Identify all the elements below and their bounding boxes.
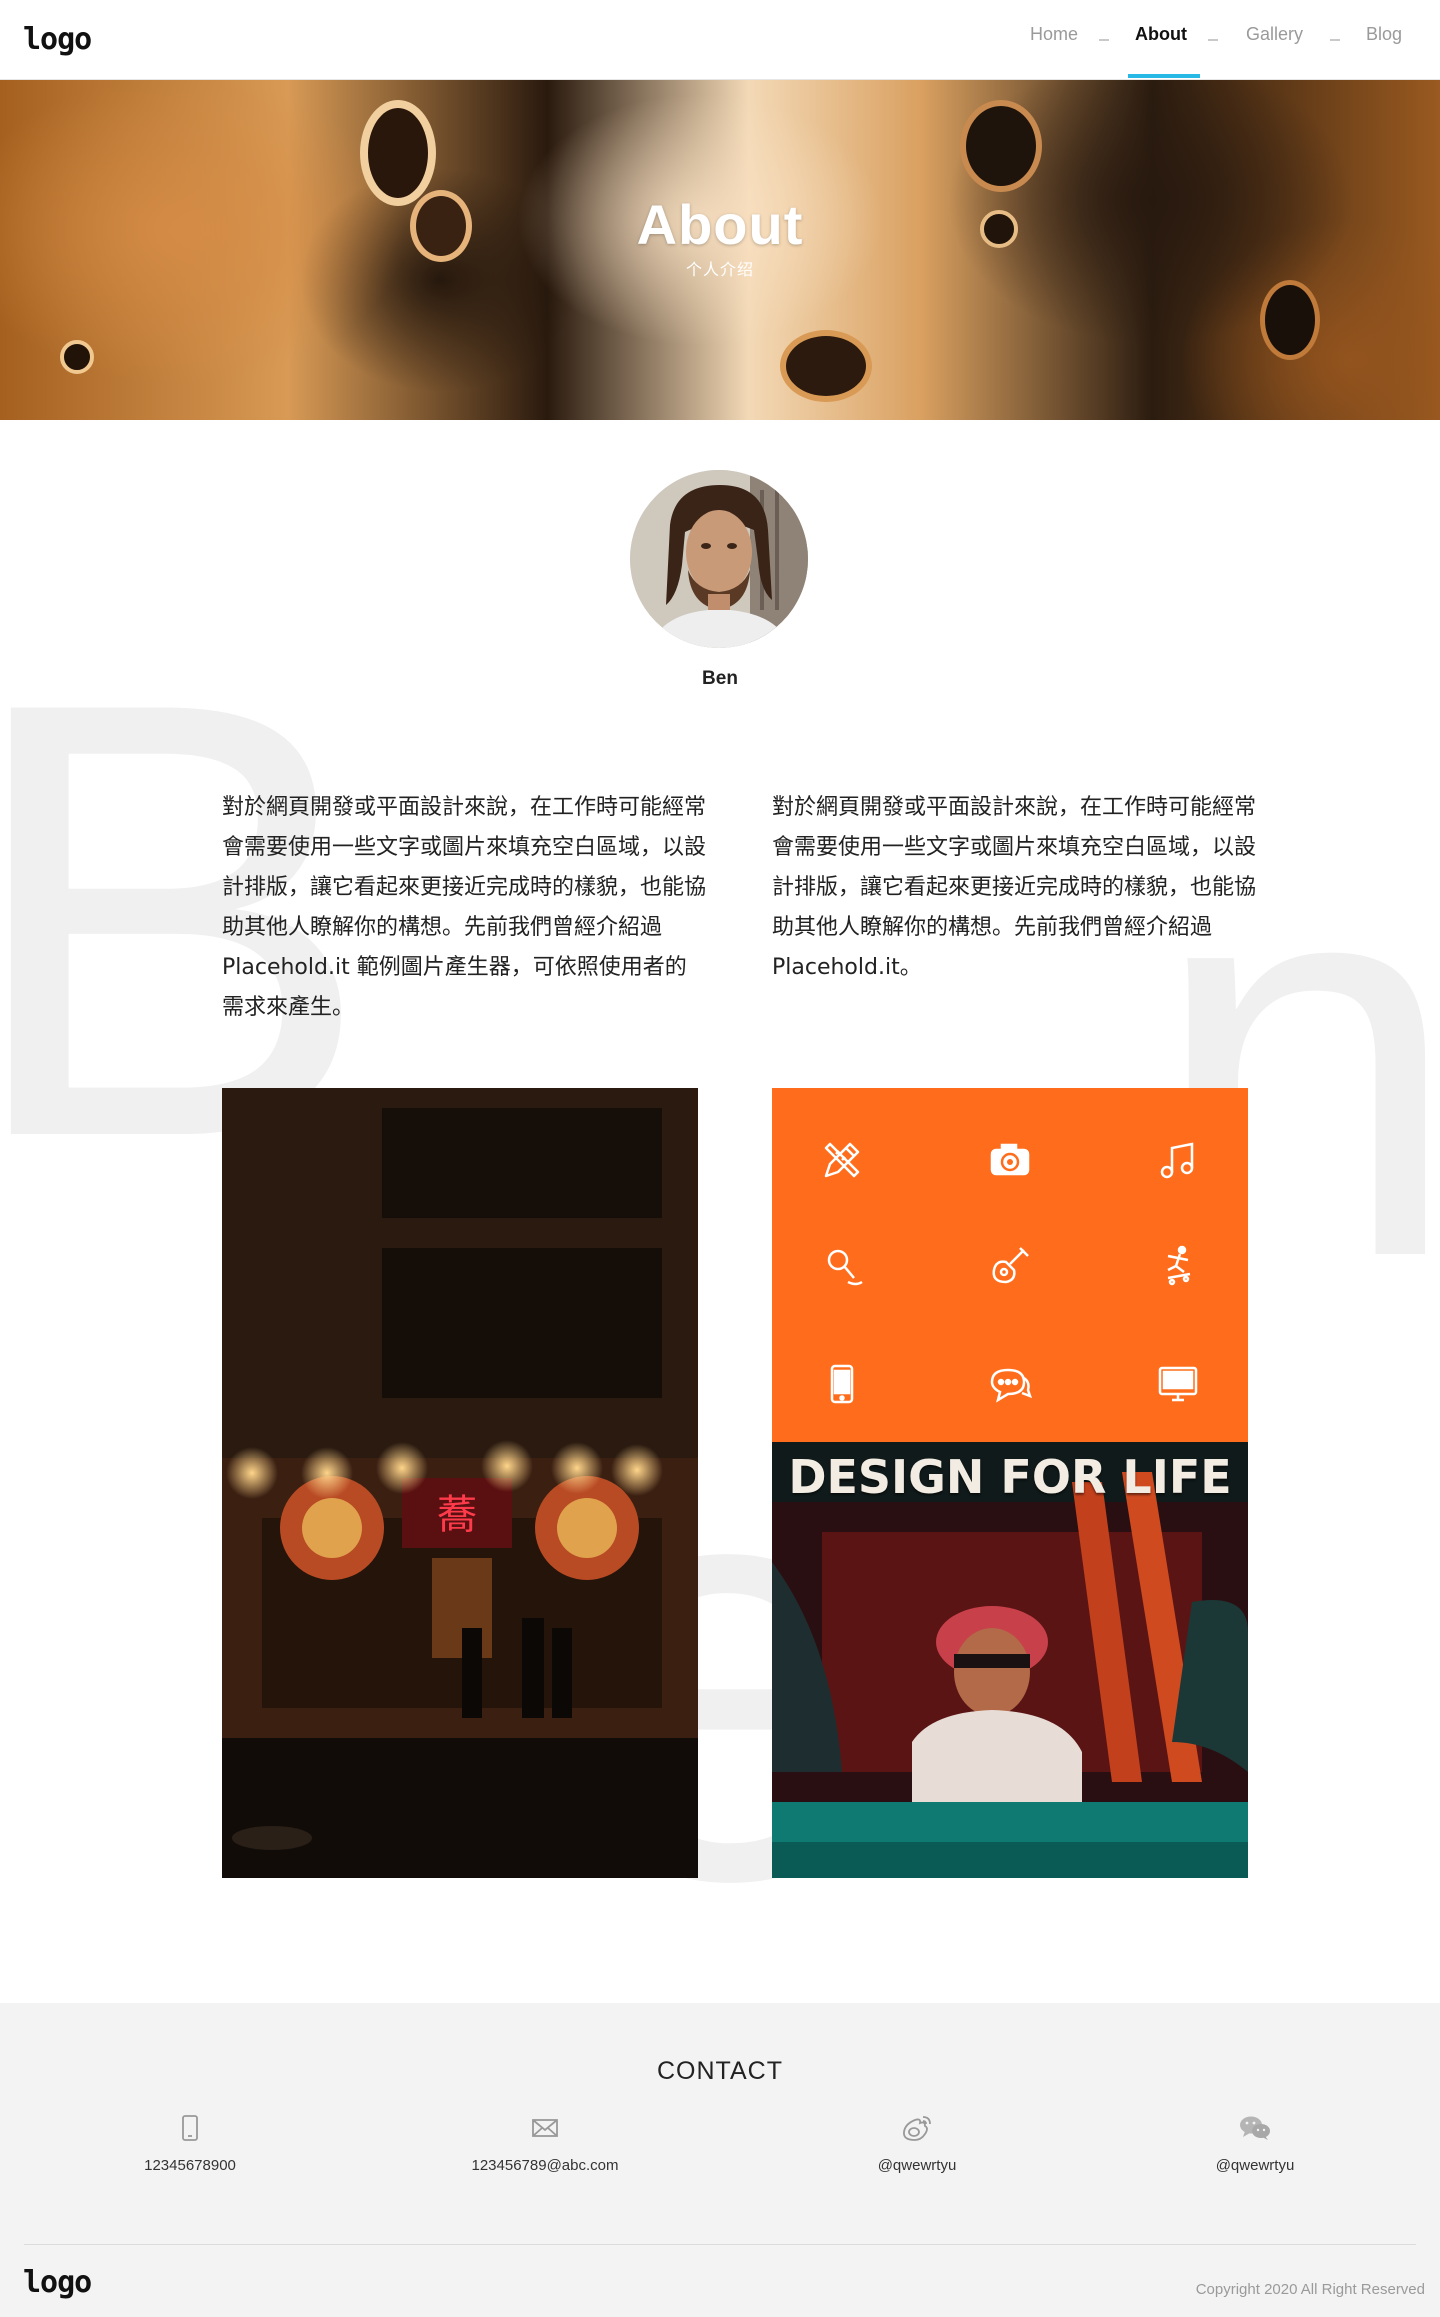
design-for-life-poster: DESIGN FOR LIFE <box>772 1442 1248 1878</box>
footer-divider <box>24 2244 1416 2245</box>
monitor-icon <box>1148 1354 1208 1414</box>
footer-logo[interactable]: logo <box>23 2265 92 2300</box>
contact-email[interactable]: 123456789@abc.com <box>425 2113 665 2174</box>
pencil-ruler-icon <box>812 1130 872 1190</box>
hero-decor-blob <box>60 340 94 374</box>
contact-phone-text: 12345678900 <box>144 2157 236 2174</box>
site-footer: CONTACT 12345678900 123456789@abc.com @q… <box>0 2003 1440 2317</box>
contact-weibo[interactable]: @qwewrtyu <box>797 2113 1037 2174</box>
camera-icon <box>980 1130 1040 1190</box>
profile-name: Ben <box>702 668 738 689</box>
guitar-icon <box>980 1236 1040 1296</box>
poster-headline: DESIGN FOR LIFE <box>788 1450 1232 1504</box>
contact-title: CONTACT <box>657 2057 783 2085</box>
nav-separator <box>1099 39 1109 41</box>
nav-active-indicator <box>1128 74 1200 78</box>
nav-item-home[interactable]: Home <box>1030 24 1078 45</box>
skateboarder-icon <box>1148 1236 1208 1296</box>
phone-icon <box>182 2115 198 2141</box>
nav-separator <box>1330 39 1340 41</box>
contact-wechat[interactable]: @qwewrtyu <box>1135 2113 1375 2174</box>
contact-wechat-text: @qwewrtyu <box>1215 2157 1295 2174</box>
chat-bubble-icon <box>980 1354 1040 1414</box>
svg-text:蕎: 蕎 <box>437 1492 477 1538</box>
contact-weibo-text: @qwewrtyu <box>877 2157 957 2174</box>
hero-decor-blob <box>360 100 436 206</box>
hero-banner: About 个人介绍 <box>0 80 1440 420</box>
hero-title: About <box>636 193 804 256</box>
music-note-icon <box>1148 1130 1208 1190</box>
about-paragraph-right: 對於網頁開發或平面設計來說，在工作時可能經常會需要使用一些文字或圖片來填充空白區… <box>772 795 1257 980</box>
poster-photo-image <box>772 1442 1248 1878</box>
hero-decor-blob <box>960 100 1042 192</box>
hero-decor-blob <box>1260 280 1320 360</box>
about-paragraph-left: 對於網頁開發或平面設計來說，在工作時可能經常會需要使用一些文字或圖片來填充空白區… <box>222 795 707 1020</box>
hobbies-icon-panel <box>772 1088 1248 1442</box>
site-header: logo Home About Gallery Blog <box>0 0 1440 80</box>
nav-item-gallery[interactable]: Gallery <box>1246 24 1303 45</box>
hero-subtitle: 个人介绍 <box>685 262 754 279</box>
wechat-icon <box>1240 2116 1270 2140</box>
mobile-phone-icon <box>812 1354 872 1414</box>
microphone-icon <box>812 1236 872 1296</box>
nav-separator <box>1208 39 1218 41</box>
avatar-portrait-image <box>630 470 808 648</box>
contact-phone[interactable]: 12345678900 <box>70 2113 310 2174</box>
street-night-photo: 蕎 <box>222 1088 698 1878</box>
site-logo[interactable]: logo <box>23 22 92 57</box>
weibo-icon <box>903 2116 931 2141</box>
hero-decor-blob <box>780 330 872 402</box>
mail-icon <box>532 2119 558 2137</box>
street-night-image: 蕎 <box>222 1088 698 1878</box>
copyright-text: Copyright 2020 All Right Reserved <box>1195 2281 1425 2298</box>
contact-email-text: 123456789@abc.com <box>471 2157 619 2174</box>
profile-avatar <box>630 470 808 648</box>
nav-item-blog[interactable]: Blog <box>1366 24 1402 45</box>
nav-item-about[interactable]: About <box>1135 24 1187 45</box>
